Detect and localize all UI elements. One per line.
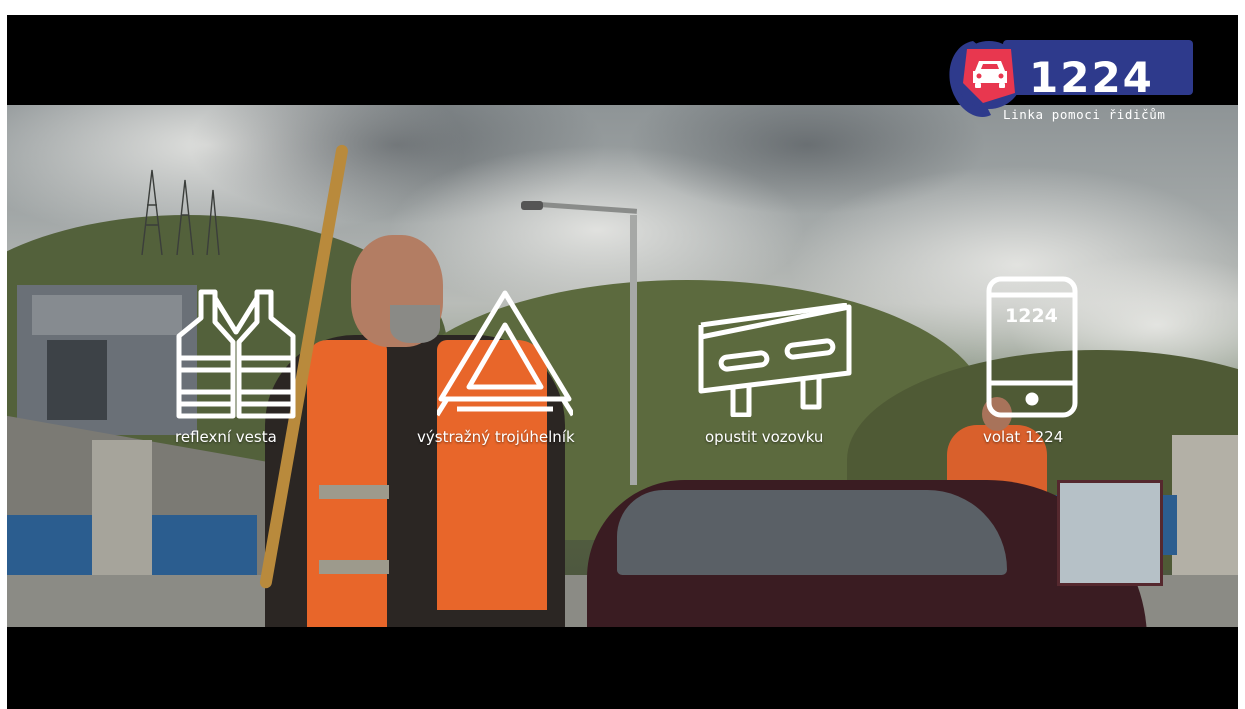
- warning-triangle-icon: [437, 290, 573, 417]
- logo-number: 1224: [1029, 53, 1154, 102]
- logo-tagline: Linka pomoci řidičům: [1003, 107, 1166, 122]
- road-barrier-icon: [698, 303, 852, 417]
- step-label-call: volat 1224: [983, 428, 1064, 446]
- step-label-triangle: výstražný trojúhelník: [417, 428, 575, 446]
- phone-icon: [986, 276, 1078, 418]
- reflective-vest-icon: [176, 289, 296, 419]
- step-label-vest: reflexní vesta: [175, 428, 277, 446]
- step-label-barrier: opustit vozovku: [705, 428, 824, 446]
- video-player[interactable]: 1224 Linka pomoci řidičům reflexní vesta…: [7, 15, 1238, 709]
- phone-screen-number: 1224: [1005, 305, 1058, 327]
- linka-1224-logo: 1224 Linka pomoci řidičům: [945, 35, 1195, 123]
